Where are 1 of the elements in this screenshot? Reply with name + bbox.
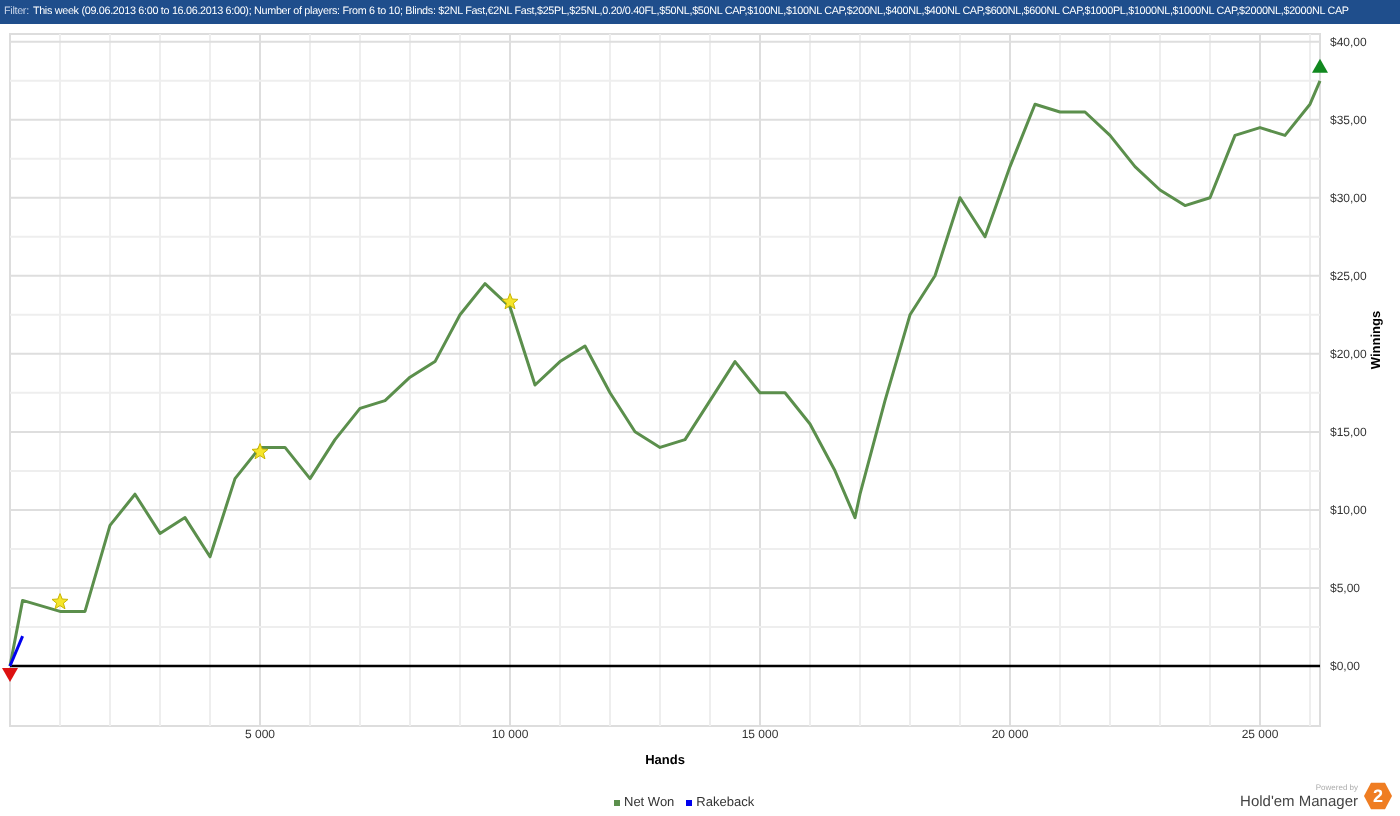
brand-badge: 2 xyxy=(1364,782,1392,810)
